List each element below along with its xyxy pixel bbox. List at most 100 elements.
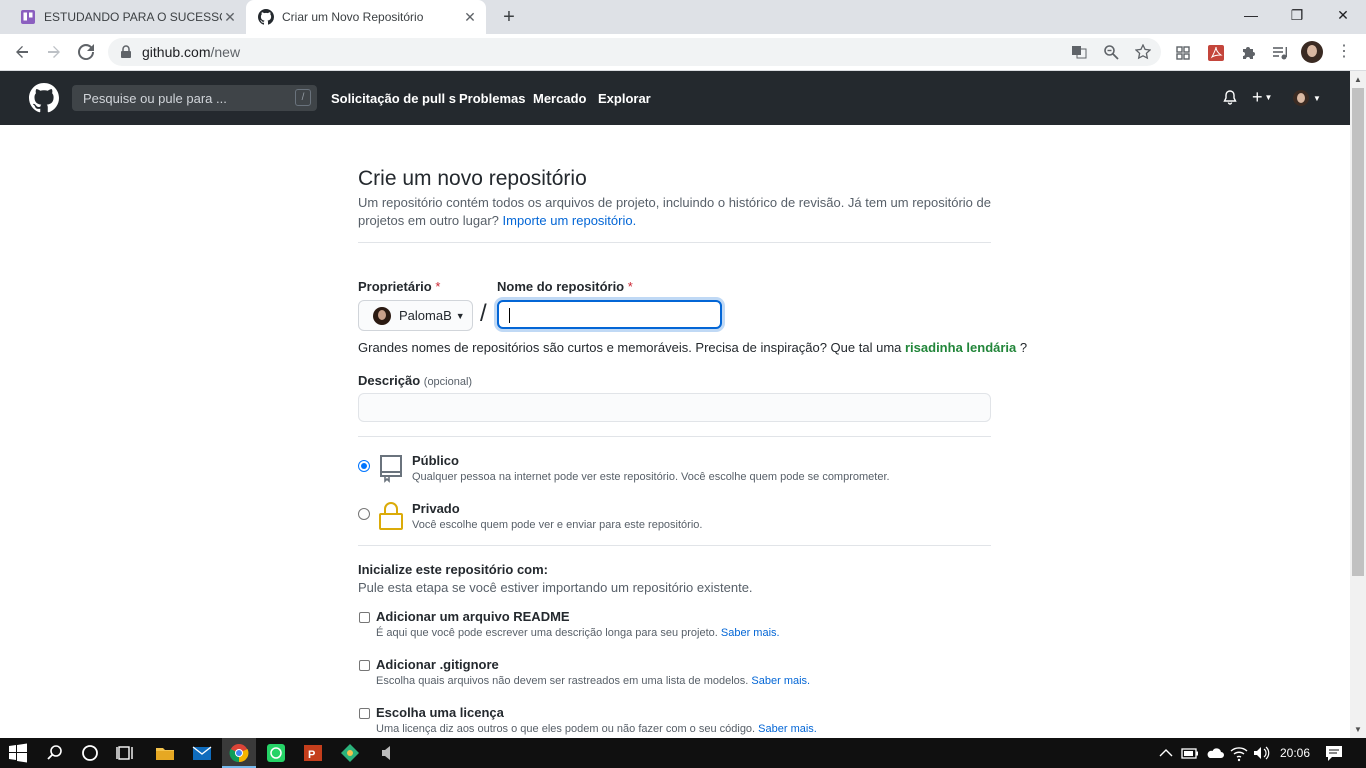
nav-issues[interactable]: Problemas [459, 91, 525, 106]
taskbar-chrome-active[interactable] [222, 738, 256, 768]
forward-icon[interactable] [42, 40, 66, 64]
search-shortcut-badge: / [295, 89, 311, 106]
init-readme-option[interactable]: Adicionar um arquivo README É aqui que v… [358, 607, 991, 643]
nav-explore[interactable]: Explorar [598, 91, 651, 106]
wifi-icon[interactable] [1229, 743, 1249, 763]
description-input[interactable] [358, 393, 991, 422]
media-control-icon[interactable] [1271, 44, 1289, 62]
gitignore-checkbox[interactable] [359, 660, 370, 671]
readme-checkbox[interactable] [359, 612, 370, 623]
license-title: Escolha uma licença [376, 705, 504, 720]
browser-toolbar: github.com/new ⋮ [0, 34, 1366, 71]
description-label: Descrição (opcional) [358, 373, 473, 388]
windows-taskbar: P 20:06 [0, 738, 1366, 768]
notifications-bell-icon[interactable] [1222, 90, 1238, 106]
address-bar[interactable]: github.com/new [108, 38, 1161, 66]
learn-more-link[interactable]: Saber mais. [758, 723, 817, 735]
task-view-icon[interactable] [116, 743, 136, 763]
browser-tab-trello[interactable]: ESTUDANDO PARA O SUCESSO | ✕ [8, 0, 246, 34]
private-title: Privado [412, 501, 460, 516]
text-caret [509, 308, 510, 323]
restore-icon[interactable]: ❐ [1274, 0, 1320, 30]
nav-marketplace[interactable]: Mercado [533, 91, 586, 106]
divider [358, 545, 991, 546]
owner-select-button[interactable]: PalomaB ▼ [358, 300, 473, 331]
github-logo-icon[interactable] [29, 83, 59, 113]
scroll-down-arrow-icon[interactable]: ▼ [1354, 725, 1362, 734]
pdf-extension-icon[interactable] [1207, 44, 1225, 62]
window-close-icon[interactable]: ✕ [1320, 0, 1366, 30]
github-icon [258, 9, 274, 25]
file-explorer-icon[interactable] [155, 743, 175, 763]
git-kraken-icon[interactable] [340, 743, 360, 763]
cortana-icon[interactable] [80, 743, 100, 763]
grid-extension-icon[interactable] [1174, 44, 1192, 62]
audio-app-icon[interactable] [377, 743, 397, 763]
public-radio[interactable] [358, 460, 370, 472]
page-subtitle: Um repositório contém todos os arquivos … [358, 195, 991, 228]
back-icon[interactable] [10, 40, 34, 64]
search-icon[interactable] [45, 743, 65, 763]
chrome-menu-icon[interactable]: ⋮ [1336, 43, 1352, 61]
learn-more-link[interactable]: Saber mais. [721, 627, 780, 639]
visibility-public-option[interactable]: Público Qualquer pessoa na internet pode… [358, 453, 991, 493]
windows-start-icon[interactable] [8, 743, 28, 763]
notifications-center-icon[interactable] [1324, 743, 1344, 763]
import-repo-link[interactable]: Importe um repositório. [503, 213, 637, 228]
mail-icon[interactable] [192, 743, 212, 763]
init-section-title: Inicialize este repositório com: [358, 562, 548, 577]
tab-close-icon[interactable]: ✕ [462, 9, 478, 25]
onedrive-cloud-icon[interactable] [1205, 743, 1225, 763]
readme-description: É aqui que você pode escrever uma descri… [376, 627, 780, 639]
browser-tab-github[interactable]: Criar um Novo Repositório ✕ [246, 0, 486, 34]
clock-time[interactable]: 20:06 [1280, 746, 1310, 760]
github-search-input[interactable]: Pesquise ou pule para ... / [72, 85, 317, 111]
repo-book-icon [380, 455, 402, 483]
translate-icon[interactable] [1071, 44, 1087, 60]
name-hint: Grandes nomes de repositórios são curtos… [358, 340, 1028, 355]
readme-title: Adicionar um arquivo README [376, 609, 570, 624]
init-section-subtitle: Pule esta etapa se você estiver importan… [358, 580, 753, 595]
tab-title: Criar um Novo Repositório [282, 10, 424, 24]
create-new-plus-icon[interactable]: + ▼ [1252, 88, 1272, 107]
page-scrollbar[interactable]: ▲ ▼ [1350, 71, 1366, 738]
visibility-private-option[interactable]: Privado Você escolhe quem pode ver e env… [358, 501, 991, 541]
extensions-puzzle-icon[interactable] [1239, 44, 1257, 62]
user-avatar-menu[interactable]: ▼ [1293, 90, 1321, 106]
reload-icon[interactable] [74, 40, 98, 64]
new-tab-icon[interactable]: + [498, 6, 520, 28]
search-placeholder: Pesquise ou pule para ... [83, 91, 227, 106]
profile-avatar[interactable] [1301, 41, 1323, 63]
scroll-up-arrow-icon[interactable]: ▲ [1354, 75, 1362, 84]
learn-more-link[interactable]: Saber mais. [751, 675, 810, 687]
bookmark-star-icon[interactable] [1135, 44, 1151, 60]
svg-text:P: P [308, 749, 315, 761]
gitignore-title: Adicionar .gitignore [376, 657, 499, 672]
lock-icon [121, 45, 131, 58]
tab-close-icon[interactable]: ✕ [222, 9, 238, 25]
owner-avatar [373, 306, 391, 325]
init-license-option[interactable]: Escolha uma licença Uma licença diz aos … [358, 703, 991, 739]
zoom-icon[interactable] [1103, 44, 1119, 60]
browser-tab-strip: ESTUDANDO PARA O SUCESSO | ✕ Criar um No… [0, 0, 1366, 34]
license-checkbox[interactable] [359, 708, 370, 719]
lock-icon [379, 502, 403, 530]
chevron-up-icon[interactable] [1156, 743, 1176, 763]
scrollbar-thumb[interactable] [1352, 88, 1364, 576]
divider [358, 242, 991, 243]
github-header: Pesquise ou pule para ... / Solicitação … [0, 71, 1350, 125]
name-suggestion-link[interactable]: risadinha lendária [905, 340, 1016, 355]
battery-icon[interactable] [1180, 743, 1200, 763]
repo-name-input[interactable] [497, 300, 722, 329]
init-gitignore-option[interactable]: Adicionar .gitignore Escolha quais arqui… [358, 655, 991, 691]
powerpoint-icon[interactable]: P [303, 743, 323, 763]
chevron-down-icon: ▼ [455, 310, 465, 321]
minimize-icon[interactable]: — [1228, 0, 1274, 30]
whatsapp-icon[interactable] [266, 743, 286, 763]
gitignore-description: Escolha quais arquivos não devem ser ras… [376, 675, 811, 687]
nav-pull-requests[interactable]: Solicitação de pull s [331, 91, 456, 106]
volume-icon[interactable] [1251, 743, 1271, 763]
url-text: github.com/new [142, 44, 241, 60]
private-radio[interactable] [358, 508, 370, 520]
public-description: Qualquer pessoa na internet pode ver est… [412, 471, 890, 483]
